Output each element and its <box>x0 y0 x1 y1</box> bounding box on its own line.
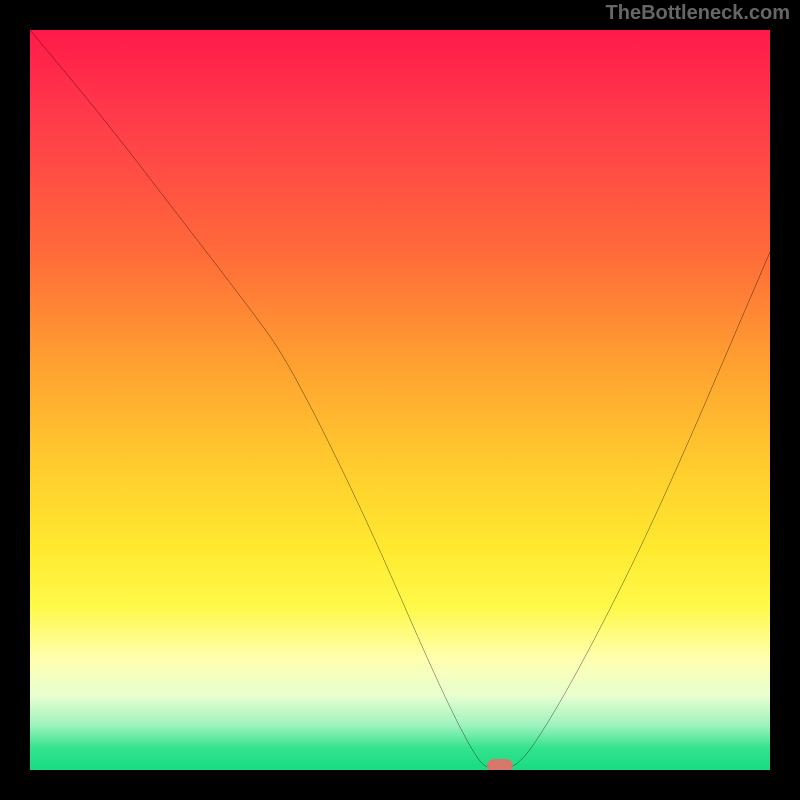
optimal-point-marker <box>487 759 513 770</box>
plot-area <box>30 30 770 770</box>
chart-frame: TheBottleneck.com <box>0 0 800 800</box>
bottleneck-curve <box>30 30 770 770</box>
watermark-text: TheBottleneck.com <box>606 2 790 25</box>
